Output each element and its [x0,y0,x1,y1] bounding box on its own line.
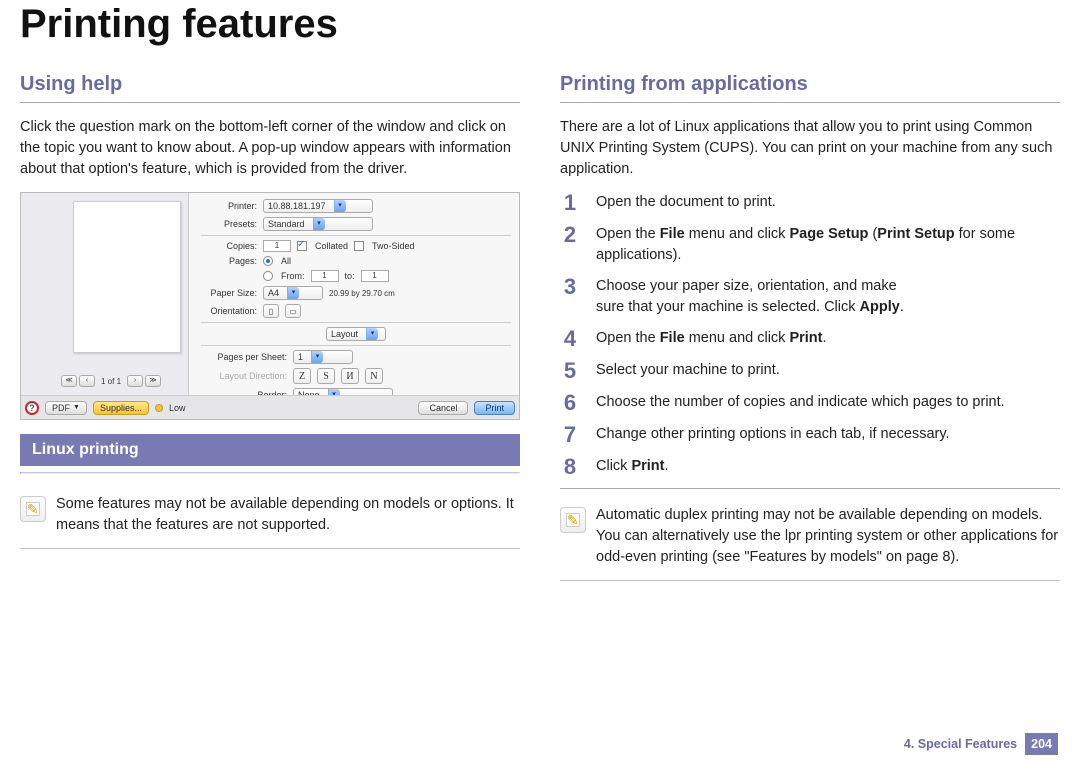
printer-value: 10.88.181.197 [268,201,326,211]
step-text: Click Print. [596,456,1060,477]
divider [560,488,1060,489]
pager-next-icon[interactable]: › [127,375,143,387]
pager-last-icon[interactable]: ≫ [145,375,161,387]
paper-size-label: Paper Size: [201,288,257,298]
footer-page-number: 204 [1025,733,1058,755]
note-icon [20,496,46,522]
note-text: Some features may not be available depen… [56,494,520,536]
step-text: Open the File menu and click Print. [596,328,1060,349]
orientation-landscape-icon[interactable]: ▭ [285,304,301,318]
note-icon [560,507,586,533]
step-text: Choose the number of copies and indicate… [596,392,1060,413]
cancel-button[interactable]: Cancel [418,401,468,415]
low-supply-label: Low [169,403,186,413]
preview-pager: ≪ ‹ 1 of 1 › ≫ [61,375,161,387]
help-icon[interactable]: ? [25,401,39,415]
print-button[interactable]: Print [474,401,515,415]
pages-from-input[interactable]: 1 [311,270,339,282]
printer-label: Printer: [201,201,257,211]
step-number: 3 [560,276,580,298]
collated-checkbox[interactable] [297,241,307,251]
printer-select[interactable]: 10.88.181.197▾ [263,199,373,213]
pages-label: Pages: [201,256,257,266]
step-number: 7 [560,424,580,446]
step-text: Open the File menu and click Page Setup … [596,224,1060,266]
step-number: 2 [560,224,580,246]
two-sided-checkbox[interactable] [354,241,364,251]
page-title: Printing features [20,0,1060,47]
pages-all-label: All [281,256,291,266]
layout-direction-label: Layout Direction: [201,371,287,381]
orientation-label: Orientation: [201,306,257,316]
pdf-button[interactable]: PDF ▼ [45,401,87,415]
printing-from-applications-heading: Printing from applications [560,73,1060,96]
right-column: Printing from applications There are a l… [560,55,1060,591]
collated-label: Collated [315,241,348,251]
step-number: 8 [560,456,580,478]
pages-all-radio[interactable] [263,256,273,266]
page-footer: 4. Special Features 204 [904,733,1058,755]
copies-input[interactable]: 1 [263,240,291,252]
divider [560,102,1060,103]
using-help-paragraph: Click the question mark on the bottom-le… [20,117,520,180]
paper-size-dimensions: 20.99 by 29.70 cm [329,289,395,298]
note-text: Automatic duplex printing may not be ava… [596,505,1060,568]
pages-from-label: From: [281,271,305,281]
step-number: 1 [560,192,580,214]
section-select-value: Layout [331,329,358,339]
note-block: Some features may not be available depen… [20,492,520,549]
note-block: Automatic duplex printing may not be ava… [560,503,1060,581]
step-text: Choose your paper size, orientation, and… [596,276,1060,318]
orientation-portrait-icon[interactable]: ▯ [263,304,279,318]
pager-first-icon[interactable]: ≪ [61,375,77,387]
section-select[interactable]: Layout▾ [326,327,386,341]
step-number: 4 [560,328,580,350]
printing-from-applications-paragraph: There are a lot of Linux applications th… [560,117,1060,180]
low-supply-icon [155,404,163,412]
pages-range-radio[interactable] [263,271,273,281]
copies-label: Copies: [201,241,257,251]
pager-prev-icon[interactable]: ‹ [79,375,95,387]
pager-count: 1 of 1 [97,377,125,386]
step-text: Open the document to print. [596,192,1060,213]
divider [20,102,520,103]
layout-direction-icon[interactable]: N [365,368,383,384]
step-number: 5 [560,360,580,382]
layout-direction-icon[interactable]: Z [293,368,311,384]
steps-list: 1 Open the document to print. 2 Open the… [560,192,1060,478]
paper-size-value: A4 [268,288,279,298]
two-sided-label: Two-Sided [372,241,415,251]
pages-per-sheet-label: Pages per Sheet: [201,352,287,362]
layout-direction-icon[interactable]: S [317,368,335,384]
layout-direction-icon[interactable]: И [341,368,359,384]
step-number: 6 [560,392,580,414]
print-dialog-screenshot: ≪ ‹ 1 of 1 › ≫ Printer: 10.88.181.197▾ [20,192,520,420]
left-column: Using help Click the question mark on th… [20,55,520,591]
linux-printing-heading: Linux printing [20,434,520,466]
pages-per-sheet-value: 1 [298,352,303,362]
divider [20,472,520,474]
presets-value: Standard [268,219,305,229]
using-help-heading: Using help [20,73,520,96]
step-text: Select your machine to print. [596,360,1060,381]
pages-to-label: to: [345,271,355,281]
pages-to-input[interactable]: 1 [361,270,389,282]
step-text: Change other printing options in each ta… [596,424,1060,445]
presets-label: Presets: [201,219,257,229]
pages-per-sheet-select[interactable]: 1▾ [293,350,353,364]
footer-chapter: 4. Special Features [904,737,1017,751]
supplies-button[interactable]: Supplies... [93,401,149,415]
paper-size-select[interactable]: A4▾ [263,286,323,300]
page-preview [73,201,181,353]
chevron-down-icon: ▼ [73,404,80,411]
presets-select[interactable]: Standard▾ [263,217,373,231]
